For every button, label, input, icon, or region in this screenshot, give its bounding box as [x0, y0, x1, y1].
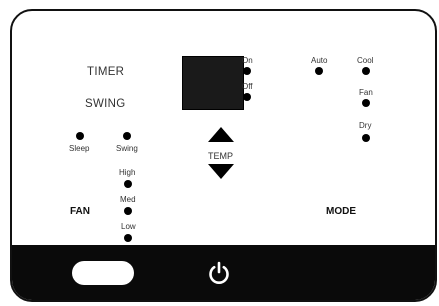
timer-display: [182, 56, 244, 110]
pill-button[interactable]: [72, 261, 134, 285]
timer-on-indicator[interactable]: [243, 67, 251, 75]
sleep-indicator[interactable]: [76, 132, 84, 140]
fan-low-label: Low: [121, 222, 136, 231]
mode-fan-indicator[interactable]: [362, 99, 370, 107]
temp-label: TEMP: [208, 151, 234, 161]
mode-cool-indicator[interactable]: [362, 67, 370, 75]
timer-off-indicator[interactable]: [243, 93, 251, 101]
triangle-up-icon[interactable]: [208, 127, 234, 142]
fan-low-indicator[interactable]: [124, 234, 132, 242]
timer-on-label: On: [242, 56, 253, 65]
mode-auto-indicator[interactable]: [315, 67, 323, 75]
mode-cool-label: Cool: [357, 56, 374, 65]
power-icon[interactable]: [206, 260, 232, 286]
mode-label: MODE: [326, 206, 356, 217]
sleep-label: Sleep: [69, 144, 90, 153]
timer-heading: TIMER: [87, 66, 125, 78]
fan-label: FAN: [70, 206, 90, 217]
fan-high-label: High: [119, 168, 136, 177]
mode-auto-label: Auto: [311, 56, 328, 65]
swing-indicator[interactable]: [123, 132, 131, 140]
mode-dry-indicator[interactable]: [362, 134, 370, 142]
swing-label: Swing: [116, 144, 138, 153]
mode-fan-label: Fan: [359, 88, 373, 97]
mode-dry-label: Dry: [359, 121, 372, 130]
timer-off-label: Off: [242, 82, 253, 91]
fan-med-indicator[interactable]: [124, 207, 132, 215]
swing-heading: SWING: [85, 98, 126, 110]
control-panel: TIMER SWING On Off Auto Cool Fan Dry Sle…: [10, 9, 437, 302]
fan-med-label: Med: [120, 195, 136, 204]
fan-high-indicator[interactable]: [124, 180, 132, 188]
triangle-down-icon[interactable]: [208, 164, 234, 179]
